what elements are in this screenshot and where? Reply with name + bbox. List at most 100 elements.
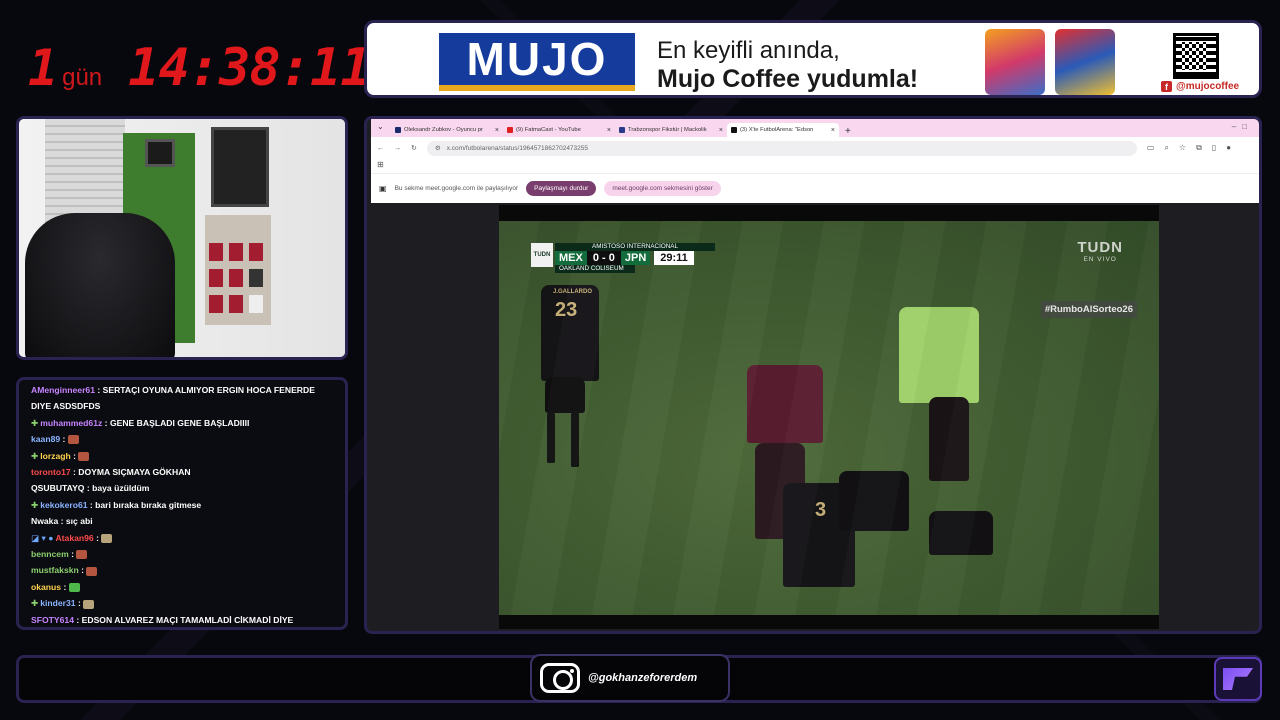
qr-code-icon [1173,33,1219,79]
broadcaster-live: EN VIVO [1083,256,1117,263]
cast-icon[interactable]: ▭ [1147,143,1155,153]
chat-panel: AMenginneer61 : SERTAÇI OYUNA ALMIYOR ER… [16,377,348,630]
chat-message: ✚ lorzagh : [31,448,333,464]
apps-grid-icon[interactable]: ⊞ [377,160,384,169]
emote-icon [83,599,95,609]
shared-browser-window: ⌄ Oleksandr Zubkov - Oyuncu pr × (9) Fatma… [364,116,1262,634]
venue: OAKLAND COLISEUM [555,265,635,273]
zoom-icon[interactable]: ⌕ [1164,143,1168,153]
chat-username[interactable]: muhammed61z [40,418,102,428]
chat-username[interactable]: SFOTY614 [31,615,74,625]
tab-list-icon[interactable]: ⌄ [377,122,384,131]
score: 0 - 0 [586,251,621,265]
sponsor-banner: MUJO En keyifli anında, Mujo Coffee yudu… [364,20,1262,98]
site-info-icon[interactable]: ⚙ [435,144,441,152]
badge-icon: ✚ [31,499,39,510]
tab-close-icon[interactable]: × [495,127,499,134]
player-shorts [545,377,585,413]
chat-username[interactable]: toronto17 [31,467,71,477]
chat-username[interactable]: kinder31 [40,598,75,608]
browser-tab[interactable]: Trabzonspor Fikstür | Mackolik × [615,123,727,137]
back-icon[interactable]: ← [377,145,384,152]
chat-username[interactable]: lorzagh [40,451,71,461]
channel-logo-icon [1223,668,1253,690]
favicon-icon [731,127,737,133]
jersey-image [229,269,243,287]
coffee-package-image [1055,29,1115,95]
chat-username[interactable]: okanus [31,582,61,592]
player-kneeling: 3 [783,483,855,587]
browser-tab[interactable]: Oleksandr Zubkov - Oyuncu pr × [391,123,503,137]
tab-close-icon[interactable]: × [831,127,835,134]
jersey-image [249,295,263,313]
player-seated [839,471,909,531]
chat-separator: : [61,581,69,592]
chat-username[interactable]: AMenginneer61 [31,385,95,395]
match-video[interactable]: J.GALLARDO 23 3 TUDN AMISTOSO INTERNACIO… [499,205,1159,629]
bookmark-star-icon[interactable]: ☆ [1179,143,1186,153]
chat-separator: : [84,483,93,494]
favicon-icon [395,127,401,133]
webcam-tactics-board [211,127,269,207]
forward-icon[interactable]: → [394,145,401,152]
countdown-days: 1 [28,39,58,97]
webcam-feed [16,116,348,360]
ad-social: f @mujocoffee [1161,81,1239,92]
chat-message: kaan89 : [31,431,333,447]
jersey-image [249,243,263,261]
badge-icon: ✚ [31,450,39,461]
chat-username[interactable]: QSUBUTAYQ [31,483,84,493]
countdown-time: 14:38:11 [128,38,371,98]
window-controls[interactable]: –□ [1232,122,1253,131]
stop-sharing-button[interactable]: Paylaşmayı durdur [526,181,597,196]
favicon-icon [507,127,513,133]
jersey-image [209,269,223,287]
browser-tab[interactable]: (3) X'te FutbolArena: "Edson × [727,123,839,137]
staff-legs [755,443,805,539]
trainer-green-vest [899,307,979,403]
chat-username[interactable]: Nwaka [31,516,58,526]
profile-icon[interactable]: ● [1226,143,1231,153]
page-content: J.GALLARDO 23 3 TUDN AMISTOSO INTERNACIO… [371,203,1259,631]
split-icon[interactable]: ▯ [1212,143,1216,153]
new-tab-button[interactable]: + [845,126,851,137]
chat-username[interactable]: kekokero61 [40,500,87,510]
tudn-badge: TUDN [531,243,553,267]
chat-username[interactable]: kaan89 [31,434,60,444]
reload-icon[interactable]: ↻ [411,144,417,152]
tab-close-icon[interactable]: × [719,127,723,134]
instagram-badge: @gokhanzeforerdem [530,654,730,702]
chat-username[interactable]: benncem [31,549,69,559]
chat-text: bari bıraka bıraka gitmese [95,499,202,510]
chat-separator: : [70,450,79,461]
emote-icon [101,533,113,543]
score-row: MEX 0 - 0 JPN 29:11 [555,251,715,265]
chat-message: Nwaka : sıç abi [31,513,333,529]
jersey-image [229,295,243,313]
tab-close-icon[interactable]: × [607,127,611,134]
chat-message: ✚ kekokero61 : bari bıraka bıraka gitmese [31,497,333,513]
url-field[interactable]: ⚙ x.com/futbolarena/status/1964571862702… [426,140,1137,156]
emote-icon [67,435,79,445]
chat-text: DOYMA SIÇMAYA GÖKHAN [78,467,191,478]
chat-separator: : [87,499,96,510]
show-meet-tab-button[interactable]: meet.google.com sekmesini göster [604,181,721,196]
emote-icon [76,550,88,560]
chat-username[interactable]: mustfakskn [31,565,79,575]
badge-icon: ◪ ▾ ● [31,532,56,543]
player-gallardo: J.GALLARDO 23 [541,285,599,381]
chat-separator: : [68,549,77,560]
jersey-image [209,243,223,261]
tab-label: (3) X'te FutbolArena: "Edson [740,127,814,133]
chat-message: SFOTY614 : EDSON ALVAREZ MAÇI TAMAMLADİ … [31,612,333,627]
tab-label: (9) FatmaCast - YouTube [516,127,581,133]
browser-tab[interactable]: (9) FatmaCast - YouTube × [503,123,615,137]
staff-member [747,365,823,443]
medical-bag [929,511,993,555]
mujo-logo: MUJO [439,33,635,91]
extensions-icon[interactable]: ⧉ [1196,143,1202,153]
chat-message: ◪ ▾ ● Atakan96 : [31,530,333,546]
chat-username[interactable]: Atakan96 [55,533,93,543]
tab-label: Oleksandr Zubkov - Oyuncu pr [404,127,483,133]
chat-text: baya üzüldüm [92,483,150,494]
